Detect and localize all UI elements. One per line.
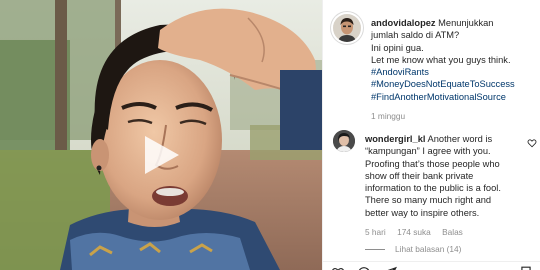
- comment-meta: 5 hari 174 suka Balas: [365, 226, 513, 238]
- hashtag-link[interactable]: #AndoviRants: [371, 66, 540, 78]
- share-button[interactable]: [383, 266, 397, 270]
- commenter-avatar-image: [333, 130, 355, 152]
- like-button[interactable]: [331, 266, 345, 270]
- play-button[interactable]: [141, 133, 183, 177]
- caption-line: Ini opini gua.: [371, 42, 424, 53]
- comment-button[interactable]: [357, 266, 371, 270]
- post-timestamp[interactable]: 1 minggu: [371, 110, 540, 122]
- comment-likes[interactable]: 174 suka: [397, 227, 431, 237]
- share-icon: [387, 266, 397, 270]
- caption-line: Menunjukkan: [438, 18, 494, 28]
- video-player[interactable]: [0, 0, 322, 270]
- bookmark-icon: [521, 266, 531, 270]
- play-icon: [145, 136, 179, 174]
- heart-icon: [527, 139, 537, 148]
- comment-icon: [358, 267, 370, 270]
- view-replies-button[interactable]: Lihat balasan (14): [365, 244, 461, 254]
- post-action-bar: [323, 261, 540, 270]
- author-avatar[interactable]: [333, 14, 361, 42]
- hashtag-link[interactable]: #FindAnotherMotivationalSource: [371, 91, 540, 103]
- comment-text: Another word is “kampungan” I agree with…: [365, 134, 501, 218]
- author-username[interactable]: andovidalopez: [371, 18, 436, 28]
- commenter-username[interactable]: wondergirl_kl: [365, 134, 425, 144]
- replies-divider: [365, 248, 385, 250]
- view-replies-label: Lihat balasan (14): [395, 244, 462, 254]
- comment-like-button[interactable]: [527, 138, 537, 148]
- heart-icon: [332, 267, 344, 270]
- hashtag-link[interactable]: #MoneyDoesNotEquateToSuccess: [371, 78, 540, 90]
- caption-line: Let me know what you guys think.: [371, 54, 511, 65]
- post-sidebar: andovidalopez Menunjukkan jumlah saldo d…: [322, 0, 540, 270]
- save-button[interactable]: [519, 266, 533, 270]
- author-avatar-image: [333, 14, 361, 42]
- reply-button[interactable]: Balas: [442, 227, 463, 237]
- comment-timestamp[interactable]: 5 hari: [365, 227, 386, 237]
- commenter-avatar[interactable]: [333, 130, 355, 152]
- caption-line: jumlah saldo di ATM?: [371, 30, 460, 41]
